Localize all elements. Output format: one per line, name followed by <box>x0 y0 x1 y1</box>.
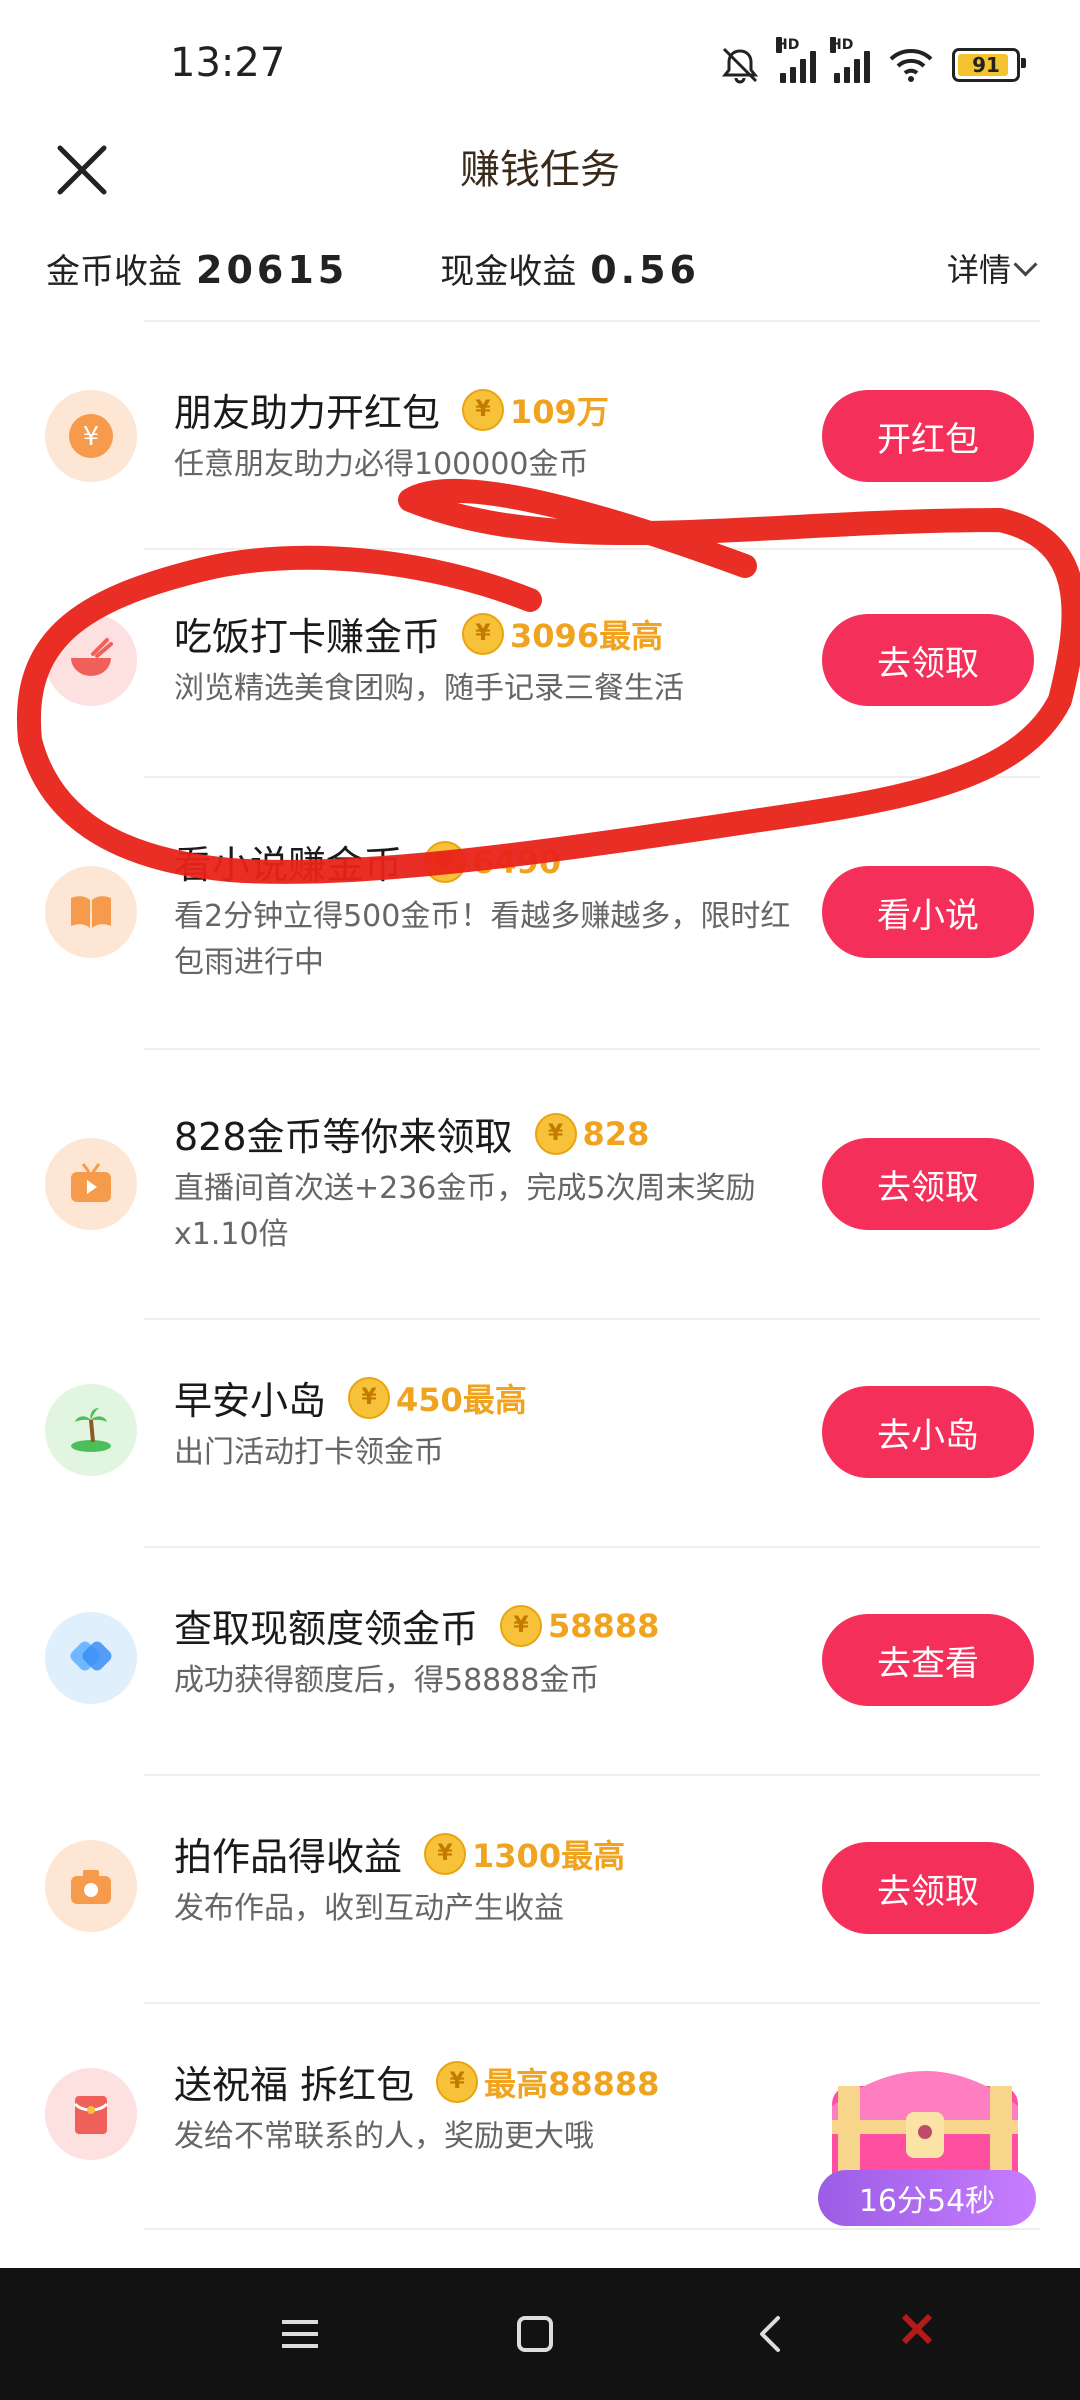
camera-icon <box>45 1840 137 1932</box>
task-description: 发给不常联系的人，奖励更大哦 <box>174 2119 594 2154</box>
reward: ¥6490 <box>424 840 561 883</box>
reward: ¥828 <box>534 1112 649 1155</box>
task-description: 成功获得额度后，得58888金币 <box>174 1663 600 1698</box>
task-title: 送祝福 拆红包 <box>174 2063 415 2107</box>
island-icon <box>45 1384 137 1476</box>
tv-icon <box>45 1138 137 1230</box>
claim-button[interactable]: 去领取 <box>822 1842 1034 1934</box>
coin-icon: ¥ <box>462 388 505 431</box>
earnings-summary: 金币收益 20615 现金收益 0.56 详情 <box>46 240 1038 296</box>
coin-earnings-value: 20615 <box>196 247 349 292</box>
task-title: 看小说赚金币 <box>174 843 403 887</box>
status-icons: HD HD 91 <box>718 37 1026 90</box>
task-title: 朋友助力开红包 <box>174 391 441 435</box>
home-icon[interactable] <box>465 2268 605 2400</box>
chevron-down-icon <box>1013 251 1038 277</box>
open-red-packet-button[interactable]: 开红包 <box>822 390 1034 482</box>
claim-button[interactable]: 去领取 <box>822 1138 1034 1230</box>
cash-earnings-value: 0.56 <box>590 247 700 292</box>
task-description: 发布作品，收到互动产生收益 <box>174 1891 564 1926</box>
divider <box>144 776 1040 778</box>
divider <box>144 320 1040 322</box>
status-time: 13:27 <box>170 40 286 86</box>
task-description: 直播间首次送+236金币，完成5次周末奖励x1.10倍 <box>174 1171 756 1252</box>
signal-icon-1: HD <box>776 37 816 83</box>
task-title: 查取现额度领金币 <box>174 1607 479 1651</box>
task-title: 拍作品得收益 <box>174 1835 403 1879</box>
task-description: 出门活动打卡领金币 <box>174 1435 444 1470</box>
reward: ¥450最高 <box>348 1375 527 1421</box>
mute-icon <box>721 47 759 84</box>
view-button[interactable]: 去查看 <box>822 1614 1034 1706</box>
reward: ¥58888 <box>500 1604 659 1647</box>
coin-icon: ¥ <box>436 2060 479 2103</box>
coin-icon: ¥ <box>534 1112 577 1155</box>
details-label: 详情 <box>946 251 1011 289</box>
coin-icon: ¥ <box>348 1376 391 1419</box>
coin-earnings-label: 金币收益 <box>46 251 182 292</box>
task-title: 828金币等你来领取 <box>174 1115 513 1159</box>
cash-earnings-label: 现金收益 <box>440 251 577 292</box>
watermark-logo-icon <box>901 2313 933 2345</box>
chest-timer: 16分54秒 <box>818 2170 1036 2226</box>
divider <box>144 548 1040 550</box>
coin-icon: ¥ <box>462 612 505 655</box>
status-bar: 13:27 HD HD 91 <box>0 0 1080 130</box>
task-description: 任意朋友助力必得100000金币 <box>174 447 589 482</box>
signal-icon-2: HD <box>830 37 870 83</box>
menu-icon[interactable] <box>230 2268 370 2400</box>
claim-button[interactable]: 去领取 <box>822 614 1034 706</box>
task-description: 浏览精选美食团购，随手记录三餐生活 <box>174 671 684 706</box>
task-title: 吃饭打卡赚金币 <box>174 615 441 659</box>
system-nav-bar <box>0 2268 1080 2400</box>
coin-earnings: 金币收益 20615 <box>46 244 348 293</box>
back-icon[interactable] <box>700 2268 840 2400</box>
diamond-icon <box>45 1612 137 1704</box>
cash-earnings: 现金收益 0.56 <box>440 244 700 293</box>
reward: ¥3096最高 <box>462 611 663 657</box>
coin-icon: ¥ <box>424 1832 467 1875</box>
book-icon <box>45 866 137 958</box>
task-description: 看2分钟立得500金币！看越多赚越多，限时红包雨进行中 <box>174 899 791 980</box>
go-island-button[interactable]: 去小岛 <box>822 1386 1034 1478</box>
read-novel-button[interactable]: 看小说 <box>822 866 1034 958</box>
task-title: 早安小岛 <box>174 1379 327 1423</box>
reward: ¥1300最高 <box>424 1831 625 1877</box>
divider <box>144 2002 1040 2004</box>
svg-text:¥: ¥ <box>83 422 100 452</box>
red-envelope-icon <box>45 2068 137 2160</box>
divider <box>144 1546 1040 1548</box>
divider <box>144 1048 1040 1050</box>
details-link[interactable]: 详情 <box>946 245 1038 291</box>
wifi-icon <box>889 49 933 82</box>
battery-icon: 91 <box>952 48 1026 82</box>
coin-icon: ¥ <box>500 1604 543 1647</box>
rice-bowl-icon <box>45 614 137 706</box>
reward: ¥109万 <box>462 387 609 433</box>
divider <box>144 1318 1040 1320</box>
coin-icon: ¥ <box>424 840 467 883</box>
page-title: 赚钱任务 <box>460 147 620 193</box>
divider <box>144 1774 1040 1776</box>
yuan-coin-icon: ¥ <box>45 390 137 482</box>
reward: ¥ 最高88888 <box>436 2059 659 2105</box>
